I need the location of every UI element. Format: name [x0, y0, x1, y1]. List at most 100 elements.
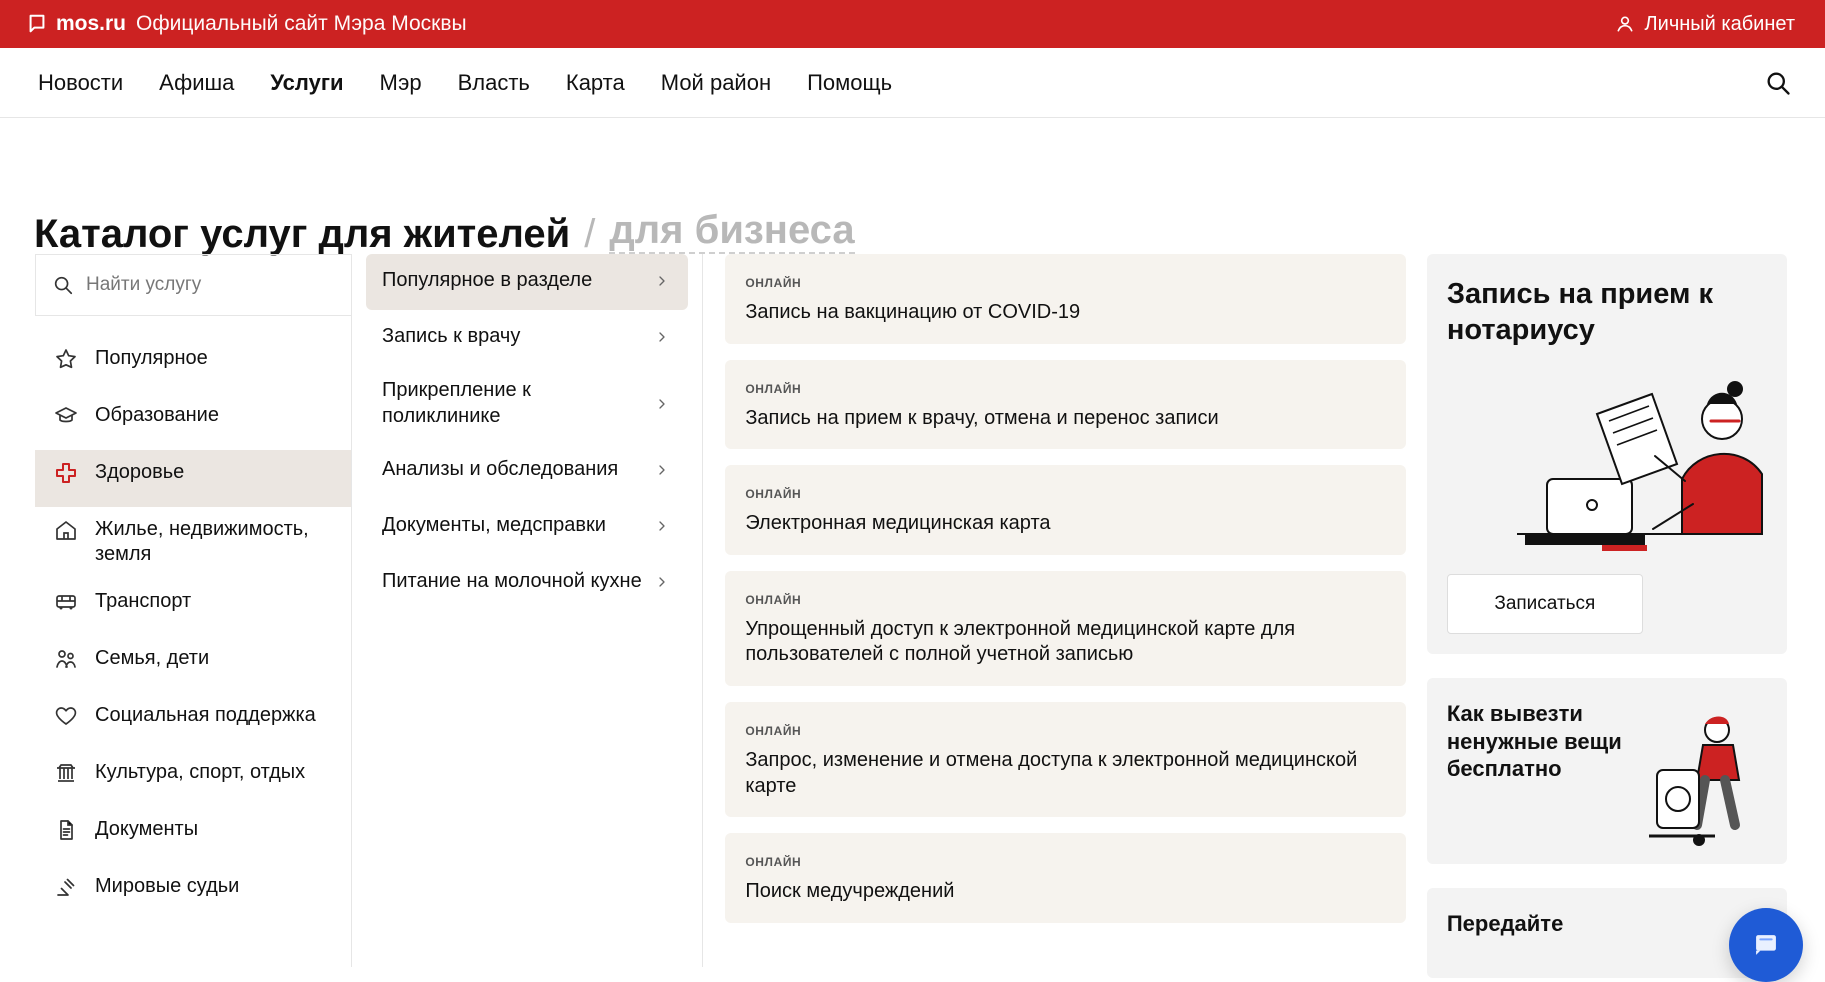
subcategory-item[interactable]: Прикрепление к поликлинике — [366, 366, 688, 443]
title-separator: / — [584, 212, 596, 256]
category-list: Популярное Образование Здоровье Жилье, н… — [35, 336, 351, 921]
page-title-row: Каталог услуг для жителей / для бизнеса — [0, 118, 1825, 254]
service-card[interactable]: ОНЛАЙН Запись на прием к врачу, отмена и… — [725, 359, 1406, 450]
business-catalog-link[interactable]: для бизнеса — [609, 210, 855, 254]
free-removal-promo[interactable]: Как вывезти ненужные вещи бесплатно — [1426, 678, 1787, 864]
subcategory-item[interactable]: Анализы и обследования — [366, 443, 688, 499]
category-item-transport[interactable]: Транспорт — [35, 579, 351, 636]
notary-illustration — [1517, 381, 1763, 551]
category-item-health[interactable]: Здоровье — [35, 450, 351, 507]
subcategory-label: Анализы и обследования — [382, 458, 619, 481]
service-title: Запись на прием к врачу, отмена и перено… — [745, 406, 1219, 429]
services-column: ОНЛАЙН Запись на вакцинацию от COVID-19 … — [725, 254, 1406, 978]
service-card[interactable]: ОНЛАЙН Поиск медучреждений — [725, 833, 1406, 923]
subcategories-column: Популярное в разделе Запись к врачу Прик… — [351, 254, 704, 967]
page-title: Каталог услуг для жителей — [34, 212, 571, 256]
nav-item-services[interactable]: Услуги — [270, 70, 343, 96]
category-label: Жилье, недвижимость, земля — [95, 518, 309, 565]
brand-name: mos.ru — [56, 12, 127, 35]
medical-cross-icon — [53, 460, 79, 486]
chat-icon — [1756, 935, 1776, 955]
category-item-popular[interactable]: Популярное — [35, 336, 351, 393]
category-item-family[interactable]: Семья, дети — [35, 636, 351, 693]
mover-illustration — [1649, 716, 1741, 846]
nav-item-afisha[interactable]: Афиша — [159, 70, 234, 96]
service-badge: ОНЛАЙН — [745, 381, 802, 396]
service-search-input[interactable] — [84, 273, 335, 297]
chevron-right-icon — [659, 276, 666, 286]
nav-item-map[interactable]: Карта — [566, 70, 625, 96]
subcategory-item[interactable]: Запись к врачу — [366, 310, 688, 366]
nav-item-my-district[interactable]: Мой район — [661, 70, 771, 96]
chevron-right-icon — [659, 521, 666, 531]
nav-items: Новости Афиша Услуги Мэр Власть Карта Мо… — [38, 70, 892, 96]
nav-item-help[interactable]: Помощь — [807, 70, 892, 96]
service-title: Запрос, изменение и отмена доступа к эле… — [745, 748, 1358, 797]
subcategory-item[interactable]: Популярное в разделе — [366, 254, 689, 310]
service-badge: ОНЛАЙН — [745, 487, 802, 502]
category-label: Образование — [95, 404, 219, 426]
top-bar: mos.ru Официальный сайт Мэра Москвы Личн… — [0, 0, 1825, 48]
brand[interactable]: mos.ru Официальный сайт Мэра Москвы — [26, 12, 467, 36]
home-icon — [53, 517, 79, 543]
category-item-housing[interactable]: Жилье, недвижимость, земля — [35, 507, 351, 579]
service-search — [35, 254, 351, 316]
free-removal-title: Как вывезти ненужные вещи бесплатно — [1446, 701, 1622, 781]
graduation-cap-icon — [53, 403, 79, 429]
nav-item-mayor[interactable]: Мэр — [380, 70, 422, 96]
subcategory-label: Документы, медсправки — [382, 514, 606, 537]
service-badge: ОНЛАЙН — [745, 855, 802, 870]
category-label: Популярное — [95, 347, 208, 369]
subcategory-list: Популярное в разделе Запись к врачу Прик… — [366, 254, 689, 611]
chevron-right-icon — [659, 398, 666, 409]
promo-column: Запись на прием к нотариусу Записаться К… — [1426, 254, 1787, 978]
categories-column: Популярное Образование Здоровье — [35, 254, 351, 978]
subcategory-label: Питание на молочной кухне — [382, 570, 642, 593]
family-icon — [53, 646, 79, 672]
subcategory-label: Популярное в разделе — [382, 269, 593, 292]
service-card[interactable]: ОНЛАЙН Запрос, изменение и отмена доступ… — [725, 701, 1406, 818]
service-title: Упрощенный доступ к электронной медицинс… — [745, 617, 1296, 666]
notary-promo[interactable]: Запись на прием к нотариусу Записаться — [1426, 254, 1787, 654]
subcategory-label: Прикрепление к поликлинике — [382, 379, 531, 427]
chevron-right-icon — [659, 332, 666, 342]
brand-tagline: Официальный сайт Мэра Москвы — [136, 12, 467, 35]
chevron-right-icon — [659, 465, 666, 475]
building-icon — [53, 760, 79, 786]
personal-cabinet-label: Личный кабинет — [1644, 12, 1795, 35]
chat-button[interactable] — [1729, 908, 1803, 982]
notary-promo-title: Запись на прием к нотариусу — [1446, 278, 1714, 347]
category-label: Культура, спорт, отдых — [95, 761, 306, 783]
service-title: Запись на вакцинацию от COVID-19 — [745, 301, 1081, 323]
mos-logo-icon — [29, 14, 45, 33]
notary-signup-button[interactable]: Записаться — [1446, 574, 1643, 634]
handover-title: Передайте — [1446, 911, 1564, 936]
service-title: Электронная медицинская карта — [745, 512, 1051, 535]
category-item-social-support[interactable]: Социальная поддержка — [35, 693, 351, 750]
star-icon — [53, 346, 79, 372]
category-label: Семья, дети — [95, 647, 210, 669]
bus-icon — [53, 589, 79, 615]
search-button[interactable] — [1761, 66, 1795, 100]
heart-icon — [53, 703, 79, 729]
category-item-documents[interactable]: Документы — [35, 807, 351, 864]
gavel-icon — [53, 874, 79, 900]
service-badge: ОНЛАЙН — [745, 723, 802, 738]
main-nav: Новости Афиша Услуги Мэр Власть Карта Мо… — [0, 48, 1825, 118]
service-badge: ОНЛАЙН — [745, 276, 802, 290]
logo[interactable]: mos.ru — [26, 12, 126, 36]
user-icon — [1617, 16, 1633, 32]
category-item-courts[interactable]: Мировые судьи — [35, 864, 351, 921]
service-card[interactable]: ОНЛАЙН Запись на вакцинацию от COVID-19 — [725, 254, 1406, 344]
personal-cabinet-link[interactable]: Личный кабинет — [1615, 13, 1795, 36]
subcategory-item[interactable]: Питание на молочной кухне — [366, 555, 688, 611]
nav-item-news[interactable]: Новости — [38, 70, 123, 96]
subcategory-item[interactable]: Документы, медсправки — [366, 499, 688, 555]
nav-item-government[interactable]: Власть — [458, 70, 530, 96]
subcategory-label: Запись к врачу — [382, 325, 521, 348]
service-card[interactable]: ОНЛАЙН Упрощенный доступ к электронной м… — [725, 570, 1406, 686]
category-item-education[interactable]: Образование — [35, 393, 351, 450]
chevron-right-icon — [659, 577, 666, 587]
service-card[interactable]: ОНЛАЙН Электронная медицинская карта — [725, 465, 1406, 555]
category-item-culture[interactable]: Культура, спорт, отдых — [35, 750, 351, 807]
